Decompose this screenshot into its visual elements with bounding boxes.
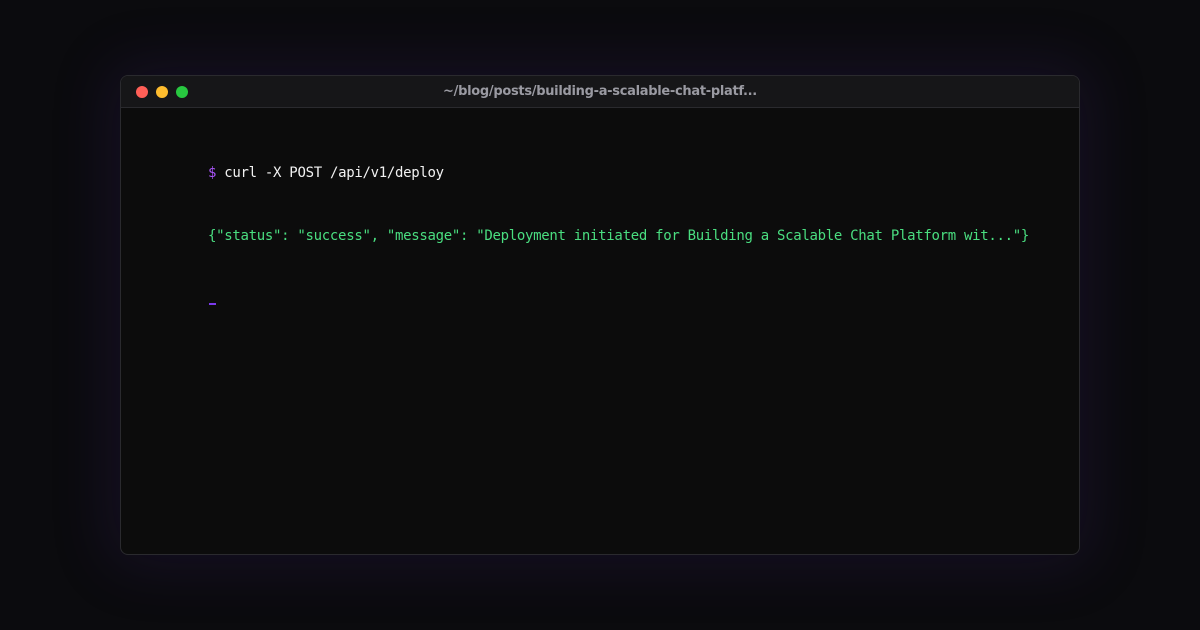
command-text: curl -X POST /api/v1/deploy [224, 165, 444, 181]
window-title: ~/blog/posts/building-a-scalable-chat-pl… [443, 84, 757, 99]
terminal-window: ~/blog/posts/building-a-scalable-chat-pl… [120, 75, 1080, 555]
response-output: {"status": "success", "message": "Deploy… [208, 228, 1030, 244]
prompt-symbol: $ [208, 165, 217, 181]
command-line: $ curl -X POST /api/v1/deploy [208, 165, 444, 181]
terminal-cursor [209, 303, 216, 305]
title-bar: ~/blog/posts/building-a-scalable-chat-pl… [121, 76, 1079, 108]
